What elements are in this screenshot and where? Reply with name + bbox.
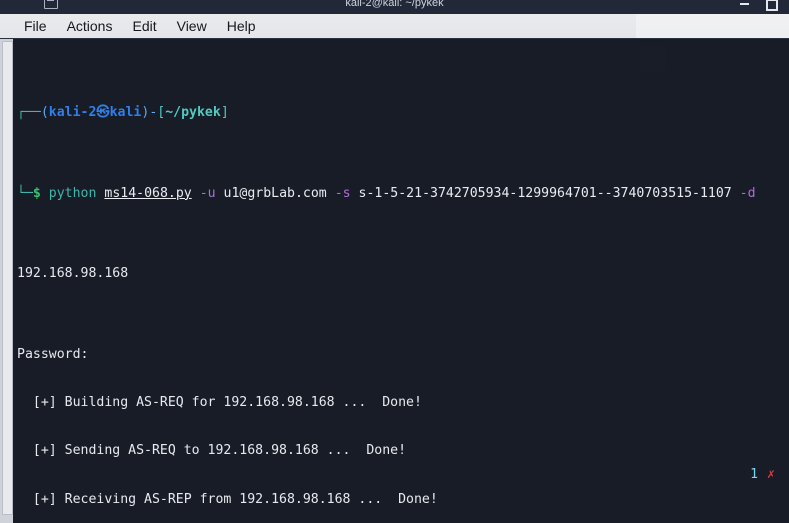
prompt-line: ┌──(kali-2㉿kali)-[~/pykek] [13, 105, 789, 121]
exit-fail-icon: ✗ [767, 467, 775, 482]
minimize-button[interactable] [738, 0, 751, 9]
prompt-corner-top: ┌── [17, 105, 41, 121]
output-line: [+] Sending AS-REQ to 192.168.98.168 ...… [17, 443, 407, 459]
command-interpreter: python [48, 185, 97, 201]
scrollbar-thumb[interactable] [2, 41, 13, 515]
prompt-paren-open: ( [40, 105, 49, 121]
exit-status-indicator: 1 ✗ [750, 467, 775, 483]
menu-item-edit[interactable]: Edit [122, 17, 166, 35]
output-line: [+] Building AS-REQ for 192.168.98.168 .… [17, 395, 422, 411]
menu-item-file[interactable]: File [14, 17, 57, 35]
terminal-output-area[interactable]: ┌──(kali-2㉿kali)-[~/pykek] └─$ python ms… [13, 39, 789, 523]
command-flag-u: -u [199, 185, 216, 201]
prompt-bracket-close: ] [220, 105, 229, 121]
maximize-button[interactable] [764, 0, 778, 11]
terminal-scrollbar[interactable] [0, 39, 14, 523]
menu-bar: File Actions Edit View Help [0, 14, 789, 39]
command-user: u1@grbLab.com [223, 185, 327, 201]
menu-item-actions[interactable]: Actions [57, 17, 123, 35]
prompt-path: ~/pykek [165, 105, 221, 121]
output-line: Password: [17, 346, 89, 362]
output-line: [+] Receiving AS-REP from 192.168.98.168… [17, 491, 438, 507]
prompt-corner-bottom: └─ [17, 185, 33, 201]
prompt-user-host: kali-2㉿kali [48, 105, 142, 121]
terminal-window: kali-2@kali: ~/pykek File Actions Edit V… [0, 0, 789, 523]
command-line: └─$ python ms14-068.py -u u1@grbLab.com … [13, 186, 789, 202]
menu-item-help[interactable]: Help [217, 17, 266, 35]
command-target-ip: 192.168.98.168 [17, 266, 129, 282]
command-flag-d: -d [739, 185, 756, 201]
menu-item-view[interactable]: View [167, 17, 217, 35]
command-sid: s-1-5-21-3742705934-1299964701--37407035… [358, 185, 732, 201]
prompt-sigil: $ [32, 185, 41, 201]
title-bar: kali-2@kali: ~/pykek [0, 0, 789, 14]
command-flag-s: -s [334, 185, 351, 201]
window-title: kali-2@kali: ~/pykek [345, 0, 444, 9]
exit-code: 1 [750, 467, 759, 482]
terminal-text: ┌──(kali-2㉿kali)-[~/pykek] └─$ python ms… [13, 41, 789, 523]
command-script: ms14-068.py [104, 185, 192, 201]
